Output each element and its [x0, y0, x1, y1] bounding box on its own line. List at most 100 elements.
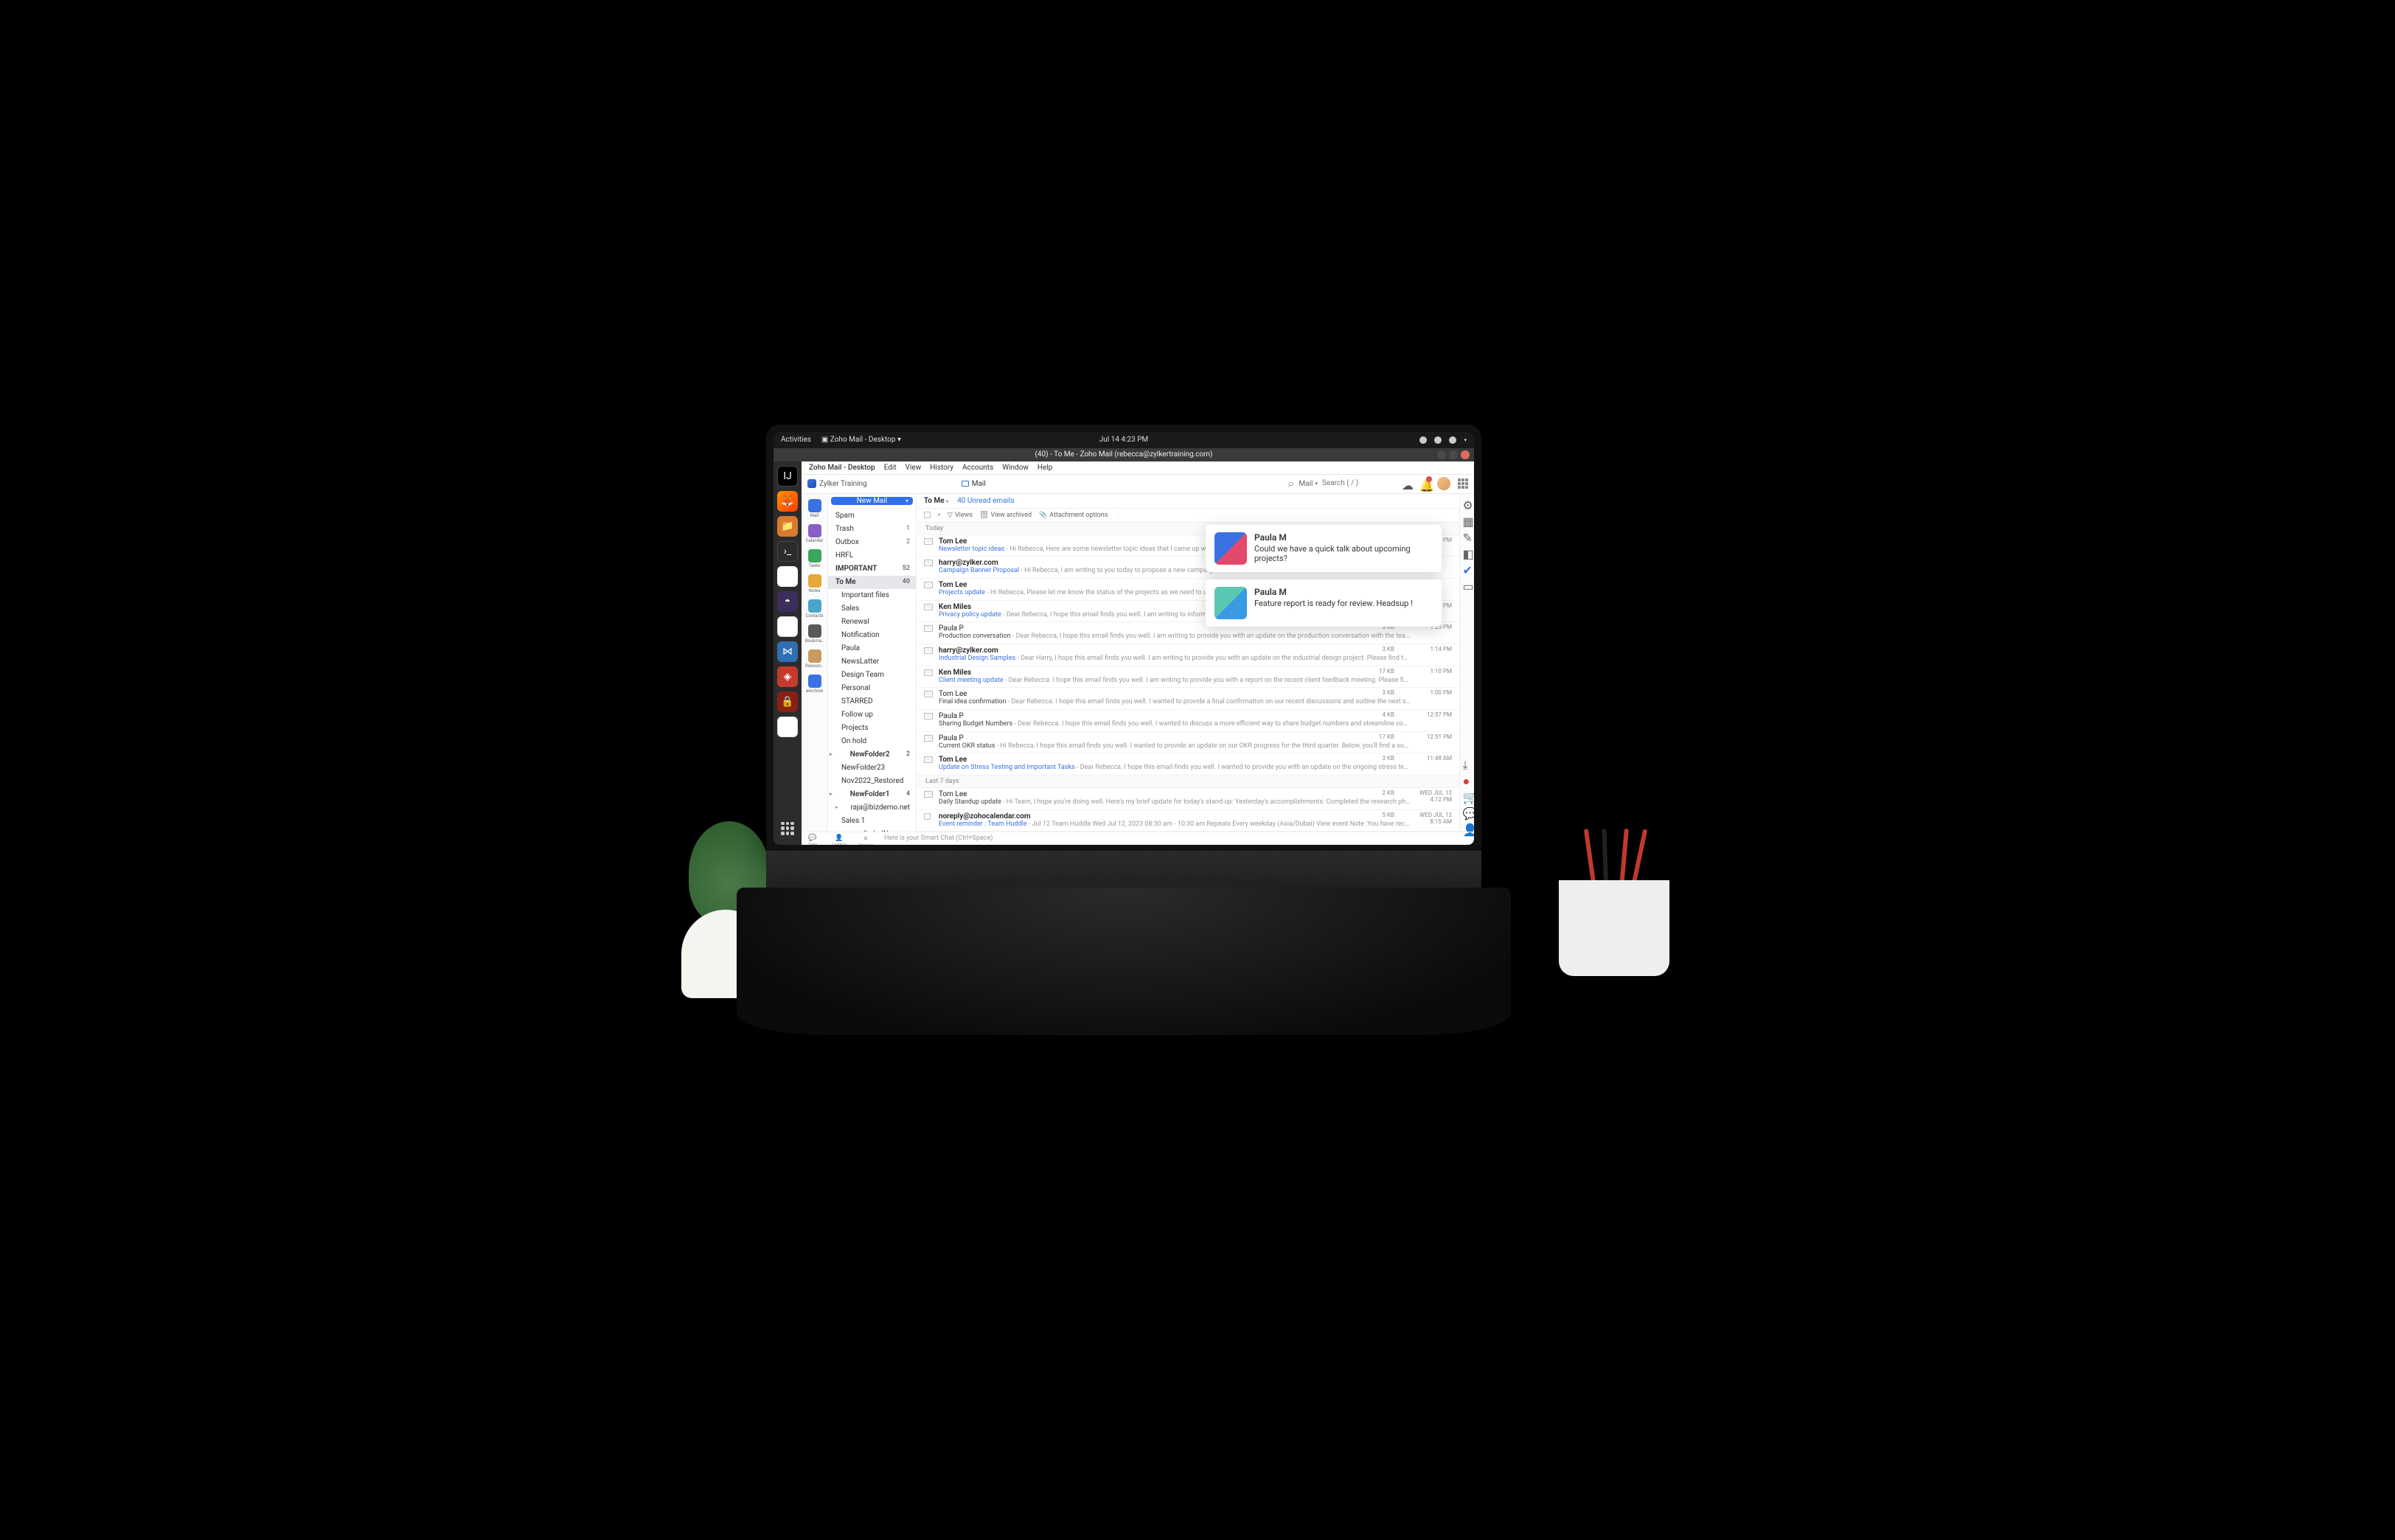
dock-intellij-icon[interactable]: IJ: [777, 466, 798, 487]
menu-edit[interactable]: Edit: [884, 464, 897, 472]
dock-eclipse-icon[interactable]: ◓: [777, 591, 798, 612]
dock-redis-icon[interactable]: ◈: [777, 666, 798, 687]
folder-important-files[interactable]: Important files: [828, 589, 916, 602]
note-icon[interactable]: ▭: [1463, 579, 1472, 588]
volume-icon[interactable]: [1434, 436, 1442, 444]
menu-window[interactable]: Window: [1002, 464, 1029, 472]
notifications-bell-icon[interactable]: 🔔: [1419, 478, 1430, 489]
menu-accounts[interactable]: Accounts: [962, 464, 993, 472]
current-app-indicator[interactable]: ▣ Zoho Mail - Desktop ▾: [821, 436, 901, 444]
folder-renewal[interactable]: Renewal: [828, 616, 916, 629]
module-earchive[interactable]: eArchive: [804, 672, 826, 696]
channels-footer-icon[interactable]: ≡Channels: [861, 835, 871, 842]
folder-newfolder1[interactable]: NewFolder14: [828, 788, 916, 801]
profile-avatar[interactable]: [1437, 477, 1450, 490]
folder-hrfl[interactable]: HRFL: [828, 549, 916, 562]
app-switcher-icon[interactable]: [1458, 478, 1468, 489]
folder-newfolder23[interactable]: NewFolder23: [828, 762, 916, 775]
folder-projects[interactable]: Projects: [828, 722, 916, 735]
network-icon[interactable]: [1419, 436, 1427, 444]
message-row[interactable]: harry@zylker.comIndustrial Design Sample…: [917, 644, 1459, 666]
module-bookma[interactable]: Bookma..: [804, 622, 826, 646]
chat-bubble-icon[interactable]: 💬: [1463, 806, 1472, 815]
dock-zohomail-icon[interactable]: ✉: [777, 717, 798, 737]
person-icon[interactable]: 👤: [1463, 823, 1472, 832]
folder-newslatter[interactable]: NewsLatter: [828, 655, 916, 669]
new-mail-button[interactable]: New Mail: [831, 497, 913, 505]
activities-button[interactable]: Activities: [781, 436, 811, 444]
bookmark-ribbon-icon[interactable]: ◧: [1463, 547, 1472, 556]
settings-gear-icon[interactable]: ⚙: [1463, 498, 1472, 507]
folder-notification[interactable]: Notification: [828, 629, 916, 642]
message-row[interactable]: Ken MilesClient meeting update - Dear Re…: [917, 666, 1459, 689]
search-input[interactable]: [1322, 479, 1388, 488]
folder-paula[interactable]: Paula: [828, 642, 916, 655]
cloud-icon[interactable]: ☁: [1402, 478, 1412, 489]
chats-footer-icon[interactable]: 💬Chats: [807, 835, 818, 842]
dock-show-apps-icon[interactable]: [777, 818, 798, 839]
dock-vscode-icon[interactable]: ⋈: [777, 641, 798, 662]
module-calendar[interactable]: Calendar: [804, 522, 826, 546]
select-all-checkbox[interactable]: [924, 512, 931, 518]
notification-card[interactable]: Paula MFeature report is ready for revie…: [1206, 579, 1442, 627]
battery-icon[interactable]: [1449, 436, 1456, 444]
module-notes[interactable]: Notes: [804, 572, 826, 596]
mail-tab[interactable]: Mail: [962, 480, 986, 488]
contacts-footer-icon[interactable]: 👤Contacts: [834, 835, 844, 842]
org-brand[interactable]: Zylker Training: [807, 479, 867, 488]
download-icon[interactable]: ⤓: [1463, 758, 1472, 767]
module-resourc[interactable]: Resourc..: [804, 647, 826, 671]
folder-nov2022-restored[interactable]: Nov2022_Restored: [828, 775, 916, 788]
notification-card[interactable]: Paula MCould we have a quick talk about …: [1206, 525, 1442, 572]
search-scope-selector[interactable]: Mail ▾: [1299, 480, 1318, 488]
message-checkbox[interactable]: [924, 813, 931, 820]
dock-chrome-icon[interactable]: ◉: [777, 566, 798, 587]
folder-trash[interactable]: Trash1: [828, 523, 916, 536]
dock-files-icon[interactable]: 📁: [777, 516, 798, 537]
folder-design-team[interactable]: Design Team: [828, 669, 916, 682]
message-row[interactable]: Tom LeeUpdate on Stress Testing and Impo…: [917, 753, 1459, 776]
message-row[interactable]: Paula PCurrent OKR status - Hi Rebecca, …: [917, 732, 1459, 754]
module-contacts[interactable]: Contacts: [804, 597, 826, 621]
system-menu-caret[interactable]: ▾: [1464, 437, 1467, 443]
message-row[interactable]: Paula PSharing Budget Numbers - Dear Reb…: [917, 710, 1459, 732]
dock-texteditor-icon[interactable]: ✎: [777, 616, 798, 637]
menu-history[interactable]: History: [930, 464, 953, 472]
message-row[interactable]: noreply@zohocalendar.comEvent reminder :…: [917, 810, 1459, 832]
folder-to-me[interactable]: To Me40: [828, 576, 916, 589]
menu-view[interactable]: View: [905, 464, 922, 472]
window-close-button[interactable]: [1461, 450, 1470, 459]
message-row[interactable]: Tom LeeDaily Standup update - Hi Team, I…: [917, 788, 1459, 810]
pen-icon[interactable]: ✎: [1463, 531, 1472, 540]
unread-count-link[interactable]: 40 Unread emails: [957, 497, 1014, 505]
folder-follow-up[interactable]: Follow up: [828, 708, 916, 722]
view-archived[interactable]: 🗄 View archived: [980, 512, 1032, 519]
calendar-widget-icon[interactable]: ▦: [1463, 515, 1472, 523]
dock-sslvpn-icon[interactable]: 🔒: [777, 691, 798, 712]
check-icon[interactable]: ✔: [1463, 563, 1472, 572]
smart-chat-placeholder[interactable]: Here is your Smart Chat (Ctrl+Space): [884, 835, 993, 842]
folder-newfolder2[interactable]: NewFolder22: [828, 748, 916, 762]
folder-spam[interactable]: Spam: [828, 509, 916, 523]
module-mail[interactable]: Mail: [804, 497, 826, 520]
folder-personal[interactable]: Personal: [828, 682, 916, 695]
attachment-options[interactable]: 📎 Attachment options: [1039, 512, 1108, 519]
folder-raja-bizdemo-net[interactable]: raja@bizdemo.net: [828, 801, 916, 815]
folder-on-hold[interactable]: On hold: [828, 735, 916, 748]
window-minimize-button[interactable]: [1437, 450, 1446, 459]
folder-important[interactable]: IMPORTANT52: [828, 562, 916, 576]
window-maximize-button[interactable]: [1449, 450, 1458, 459]
status-dot-icon[interactable]: ●: [1463, 774, 1472, 783]
filter-funnel-icon[interactable]: ▽ Views: [948, 512, 973, 519]
folder-sales-1[interactable]: Sales 1: [828, 815, 916, 828]
message-row[interactable]: Tom LeeFinal idea confirmation - Dear Re…: [917, 688, 1459, 710]
folder-outbox[interactable]: Outbox2: [828, 536, 916, 549]
menu-help[interactable]: Help: [1037, 464, 1052, 472]
clock[interactable]: Jul 14 4:23 PM: [1099, 436, 1148, 444]
cart-icon[interactable]: 🛒: [1463, 790, 1472, 799]
dock-firefox-icon[interactable]: 🦊: [777, 491, 798, 512]
dock-terminal-icon[interactable]: ›_: [777, 541, 798, 562]
folder-sales[interactable]: Sales: [828, 602, 916, 616]
module-tasks[interactable]: Tasks: [804, 547, 826, 571]
folder-starred[interactable]: STARRED: [828, 695, 916, 708]
